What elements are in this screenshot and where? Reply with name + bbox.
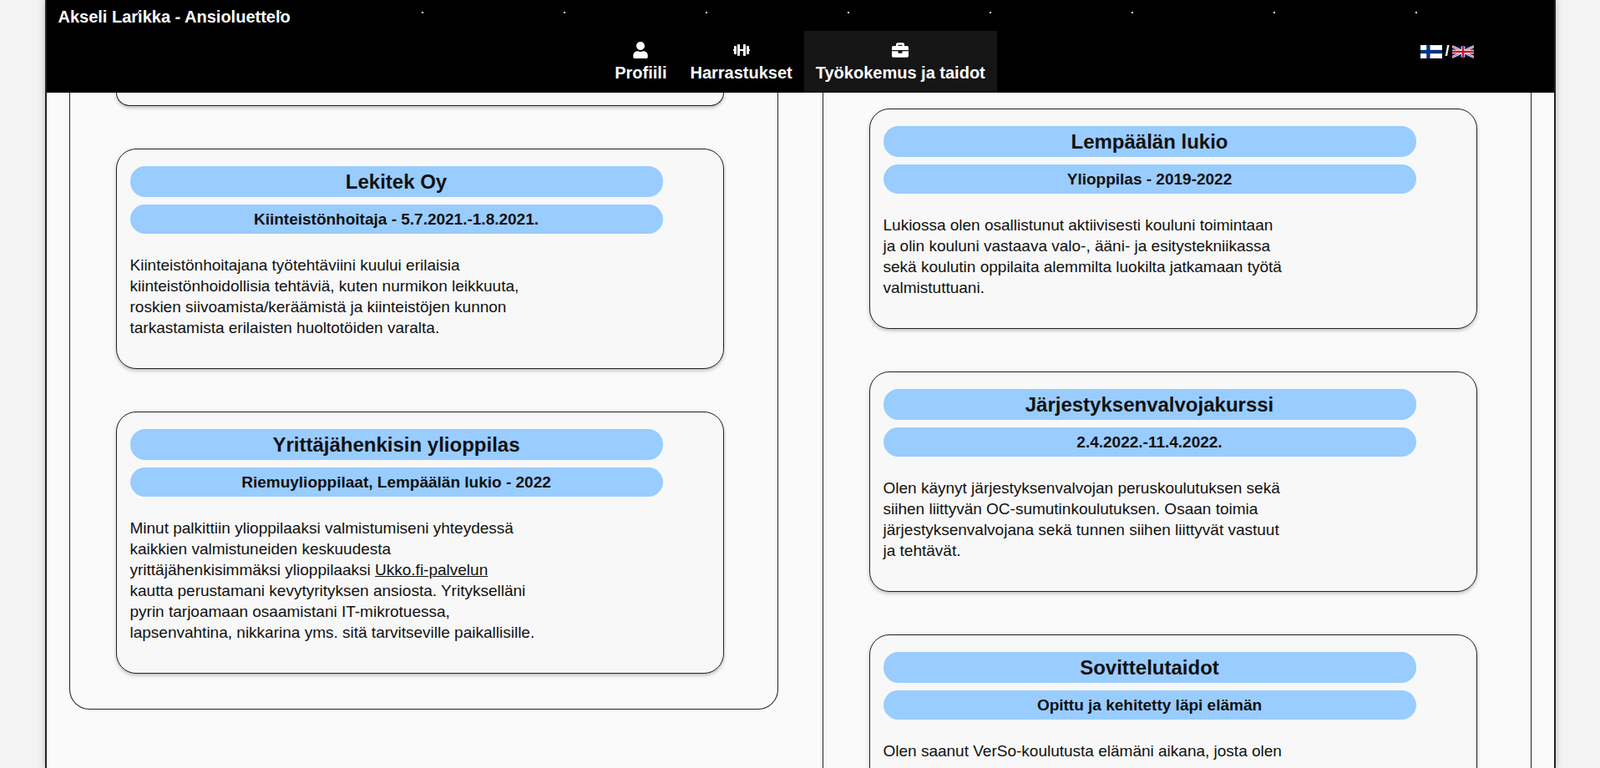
card-link[interactable]: Ukko.fi-palvelun bbox=[374, 561, 488, 579]
nav-item[interactable]: Harrastukset bbox=[678, 30, 804, 93]
card-body: Olen käynyt järjestyksenvalvojan perusko… bbox=[883, 477, 1464, 562]
card-line: tarkastamista erilaisten huoltotöiden va… bbox=[130, 317, 710, 339]
card-line: Lukiossa olen osallistunut aktiivisesti … bbox=[883, 214, 1464, 236]
card-line: kaikkien valmistuneiden keskuudesta bbox=[130, 538, 710, 560]
briefcase-icon bbox=[891, 41, 909, 59]
card-line: ja olin kouluni vastaava valo-, ääni- ja… bbox=[883, 235, 1464, 257]
info-card: Lempäälän lukio Ylioppilas - 2019-2022 Luk… bbox=[869, 108, 1478, 330]
card-line: kiinteistönhoidollisia tehtäviä, kuten n… bbox=[130, 275, 710, 297]
dumbbell-icon bbox=[733, 41, 750, 59]
card-line: kautta perustamani kevytyrityksen ansios… bbox=[130, 580, 710, 602]
card-title: Sovittelutaidot bbox=[883, 652, 1417, 684]
card-subtitle: Ylioppilas - 2019-2022 bbox=[883, 164, 1417, 194]
card-line: Olen saanut VerSo-koulutusta elämäni aik… bbox=[883, 740, 1464, 762]
card-line: roskien siivoamista/keräämistä ja kiinte… bbox=[130, 296, 710, 318]
site-title: Akseli Larikka - Ansioluettelo bbox=[46, 0, 604, 93]
card-line: Kiinteistönhoitajana työtehtäviini kuulu… bbox=[130, 254, 710, 276]
header: Akseli Larikka - AnsioluetteloProfiiliHa… bbox=[46, 0, 1555, 93]
card-line: sekä koulutin oppilaita alemmilta luokil… bbox=[883, 256, 1464, 278]
cv-container: Akseli Larikka - AnsioluetteloProfiiliHa… bbox=[45, 0, 1556, 768]
card-title: Lekitek Oy bbox=[130, 166, 664, 198]
page: Akseli Larikka - AnsioluetteloProfiiliHa… bbox=[0, 0, 1600, 768]
card-body: Lukiossa olen osallistunut aktiivisesti … bbox=[883, 214, 1464, 299]
card-subtitle: Riemuylioppilaat, Lempäälän lukio - 2022 bbox=[130, 467, 664, 497]
content: Lekitek Oy Kiinteistönhoitaja - 5.7.2021.… bbox=[46, 92, 1555, 768]
column-panel: Lekitek Oy Kiinteistönhoitaja - 5.7.2021.… bbox=[69, 92, 779, 710]
nav-item[interactable]: Profiili bbox=[602, 30, 679, 93]
language-switch: / bbox=[1420, 0, 1554, 93]
column-panel: Lempäälän lukio Ylioppilas - 2019-2022 Luk… bbox=[822, 92, 1532, 768]
info-card: Järjestyksenvalvojakurssi 2.4.2022.-11.4.… bbox=[869, 371, 1478, 593]
card-body: Olen saanut VerSo-koulutusta elämäni aik… bbox=[883, 740, 1464, 762]
card-line: lapsenvahtina, nikkarina yms. sitä tarvi… bbox=[130, 622, 710, 644]
info-card: Sovittelutaidot Opittu ja kehitetty läpi … bbox=[869, 634, 1478, 768]
card-subtitle: Kiinteistönhoitaja - 5.7.2021.-1.8.2021. bbox=[130, 204, 664, 234]
card-body: Minut palkittiin ylioppilaaksi valmistum… bbox=[130, 517, 710, 644]
card-subtitle: Opittu ja kehitetty läpi elämän bbox=[883, 690, 1417, 720]
card-line: pyrin tarjoamaan osaamistani IT-mikrotue… bbox=[130, 601, 710, 623]
card-line: ja tehtävät. bbox=[883, 540, 1464, 562]
uk-flag-icon[interactable] bbox=[1452, 45, 1474, 59]
card-tail bbox=[116, 92, 725, 107]
card-body: Kiinteistönhoitajana työtehtäviini kuulu… bbox=[130, 254, 710, 339]
card-title: Yrittäjähenkisin ylioppilas bbox=[130, 429, 664, 461]
card-line: siihen liittyvän OC-sumutinkoulutuksen. … bbox=[883, 498, 1464, 520]
card-title: Järjestyksenvalvojakurssi bbox=[883, 389, 1417, 421]
card-line: Olen käynyt järjestyksenvalvojan perusko… bbox=[883, 477, 1464, 499]
nav-item[interactable]: Työkokemus ja taidot bbox=[804, 30, 998, 93]
info-card: Lekitek Oy Kiinteistönhoitaja - 5.7.2021.… bbox=[116, 148, 725, 370]
finland-flag-icon[interactable] bbox=[1420, 45, 1443, 59]
card-line: yrittäjähenkisimmäksi ylioppilaaksi Ukko… bbox=[130, 559, 710, 581]
card-line: järjestyksenvalvojana sekä tunnen siihen… bbox=[883, 519, 1464, 541]
card-subtitle: 2.4.2022.-11.4.2022. bbox=[883, 427, 1417, 457]
card-title: Lempäälän lukio bbox=[883, 126, 1417, 157]
info-card: Yrittäjähenkisin ylioppilas Riemuylioppil… bbox=[116, 411, 725, 674]
card-line: valmistuttuani. bbox=[883, 277, 1464, 299]
card-line: Minut palkittiin ylioppilaaksi valmistum… bbox=[130, 517, 710, 539]
user-icon bbox=[632, 41, 649, 59]
nav-bar: ProfiiliHarrastuksetTyökokemus ja taidot bbox=[602, 30, 998, 93]
